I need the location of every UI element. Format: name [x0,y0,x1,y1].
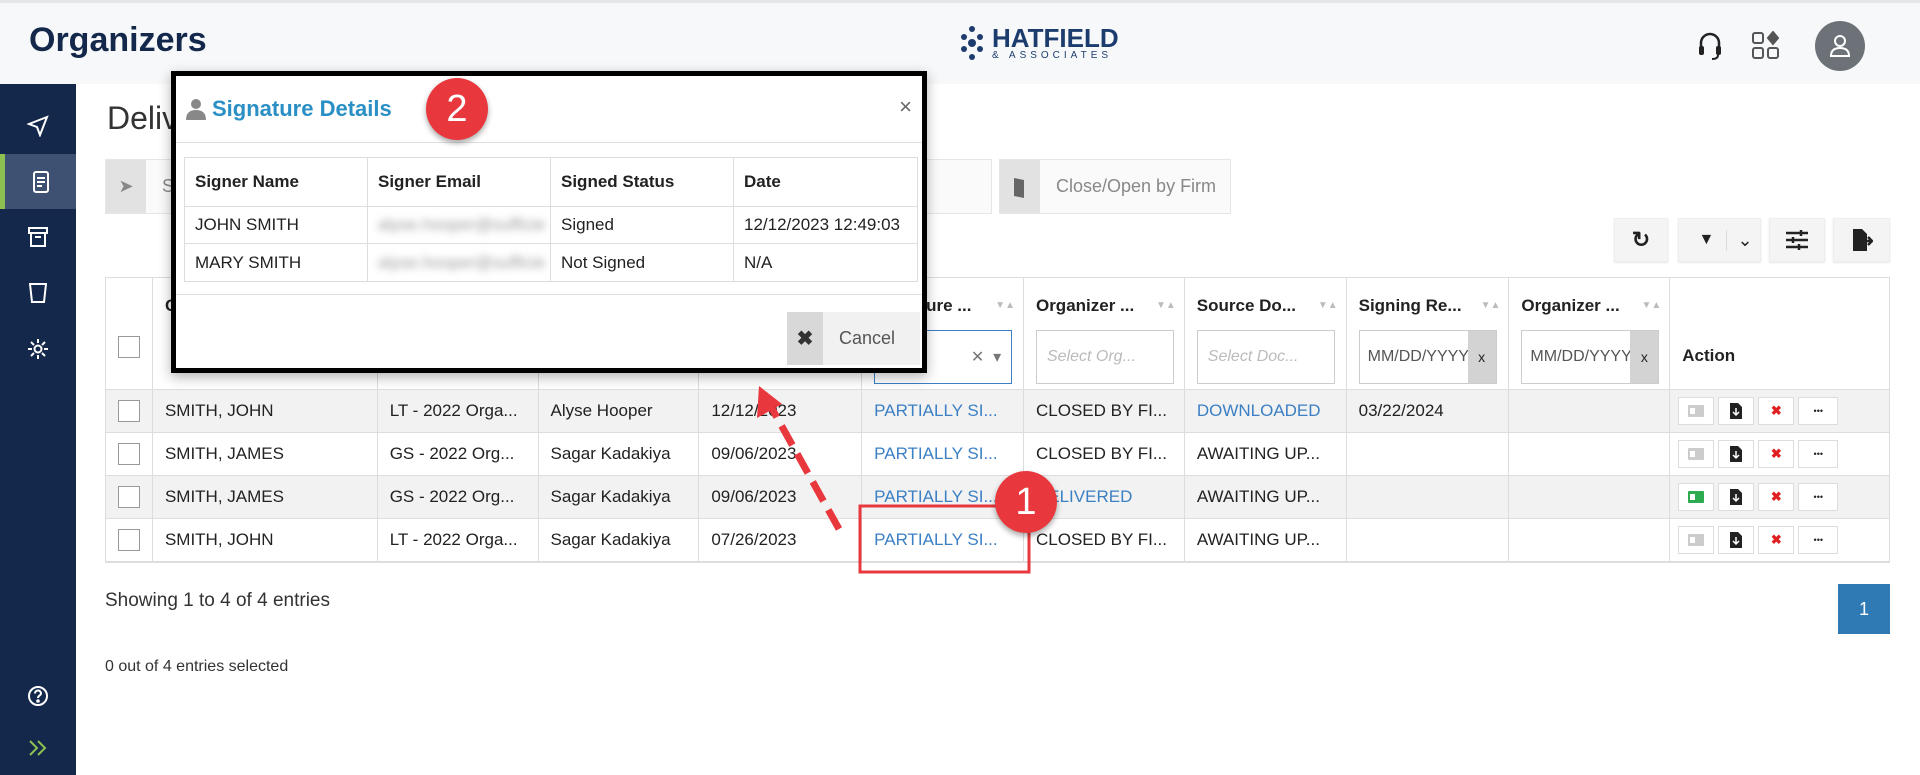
signed-status: Not Signed [551,244,734,281]
cancel-label: Cancel [839,328,896,348]
col-signer-email: Signer Email [368,158,551,206]
signer-row: JOHN SMITH alyse.hooper@sufficie Signed … [185,207,917,244]
signed-status: Signed [551,207,734,243]
col-signer-name: Signer Name [185,158,368,206]
modal-footer-divider [176,294,922,295]
signer-row: MARY SMITH alyse.hooper@sufficie Not Sig… [185,244,917,281]
annotation-arrow-line [766,403,843,531]
col-date: Date [744,172,781,191]
signed-date: 12/12/2023 12:49:03 [744,215,900,234]
col-signed-status: Signed Status [551,158,734,206]
user-icon [186,99,206,120]
step-badge-1: 1 [995,471,1057,533]
signers-header-row: Signer Name Signer Email Signed Status D… [185,158,917,207]
step-badge-2: 2 [426,78,488,140]
signers-table: Signer Name Signer Email Signed Status D… [184,157,918,282]
signer-name: JOHN SMITH [185,207,368,243]
signature-details-modal: Signature Details × Signer Name Signer E… [171,71,927,373]
modal-header: Signature Details [176,76,922,143]
signed-date: N/A [744,252,773,272]
signer-name: MARY SMITH [185,244,368,281]
modal-title: Signature Details [212,96,392,121]
close-icon: ✖ [787,312,823,365]
close-icon[interactable]: × [899,94,912,120]
signer-email: alyse.hooper@sufficie [378,215,546,234]
cancel-button[interactable]: ✖ Cancel [787,312,920,365]
signer-email: alyse.hooper@sufficie [378,252,546,272]
